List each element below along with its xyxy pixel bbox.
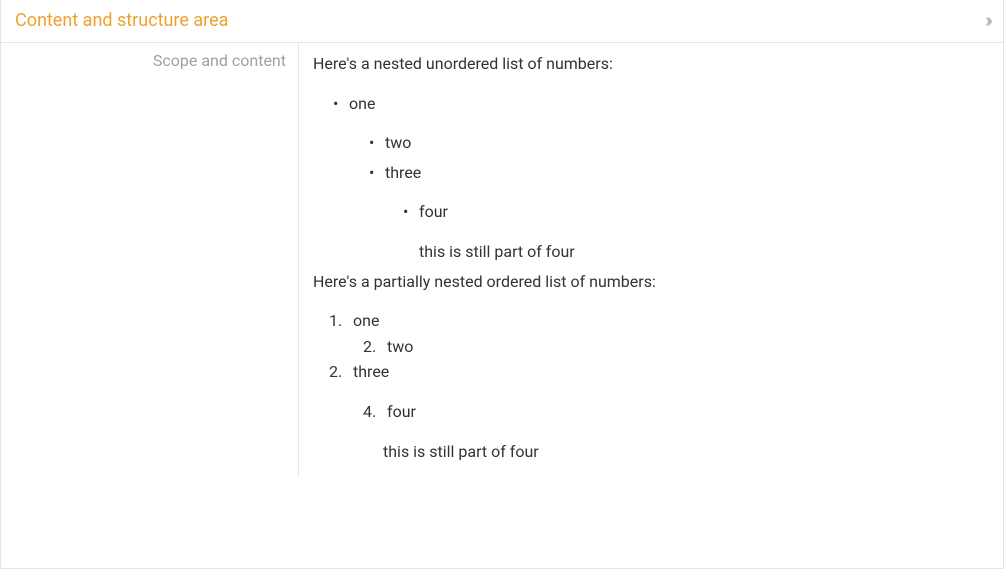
- panel-header: Content and structure area ››: [1, 0, 1003, 43]
- unordered-list-nested: two three: [313, 130, 989, 185]
- panel-title: Content and structure area: [15, 10, 228, 31]
- field-content: Here's a nested unordered list of number…: [299, 43, 1003, 476]
- ordered-list: 1. one 2. two 2. three 4. four this is s…: [313, 308, 989, 464]
- list-item: 2. three: [329, 359, 989, 385]
- collapse-icon[interactable]: ››: [985, 8, 989, 32]
- paragraph-intro-1: Here's a nested unordered list of number…: [313, 51, 989, 77]
- list-item: 4. four: [363, 399, 989, 425]
- unordered-list: one: [313, 91, 989, 117]
- list-item: two: [365, 130, 989, 156]
- list-item-continuation: this is still part of four: [419, 239, 989, 265]
- list-item: 2. two: [363, 334, 989, 360]
- list-item: one: [329, 91, 989, 117]
- list-item-continuation: this is still part of four: [383, 439, 989, 465]
- list-item: four: [399, 199, 989, 225]
- panel: Content and structure area ›› Scope and …: [0, 0, 1004, 569]
- list-item: three: [365, 160, 989, 186]
- unordered-list-nested-2: four: [313, 199, 989, 225]
- field-label: Scope and content: [1, 43, 299, 476]
- field-row: Scope and content Here's a nested unorde…: [1, 43, 1003, 476]
- paragraph-intro-2: Here's a partially nested ordered list o…: [313, 269, 989, 295]
- list-item: 1. one: [329, 308, 989, 334]
